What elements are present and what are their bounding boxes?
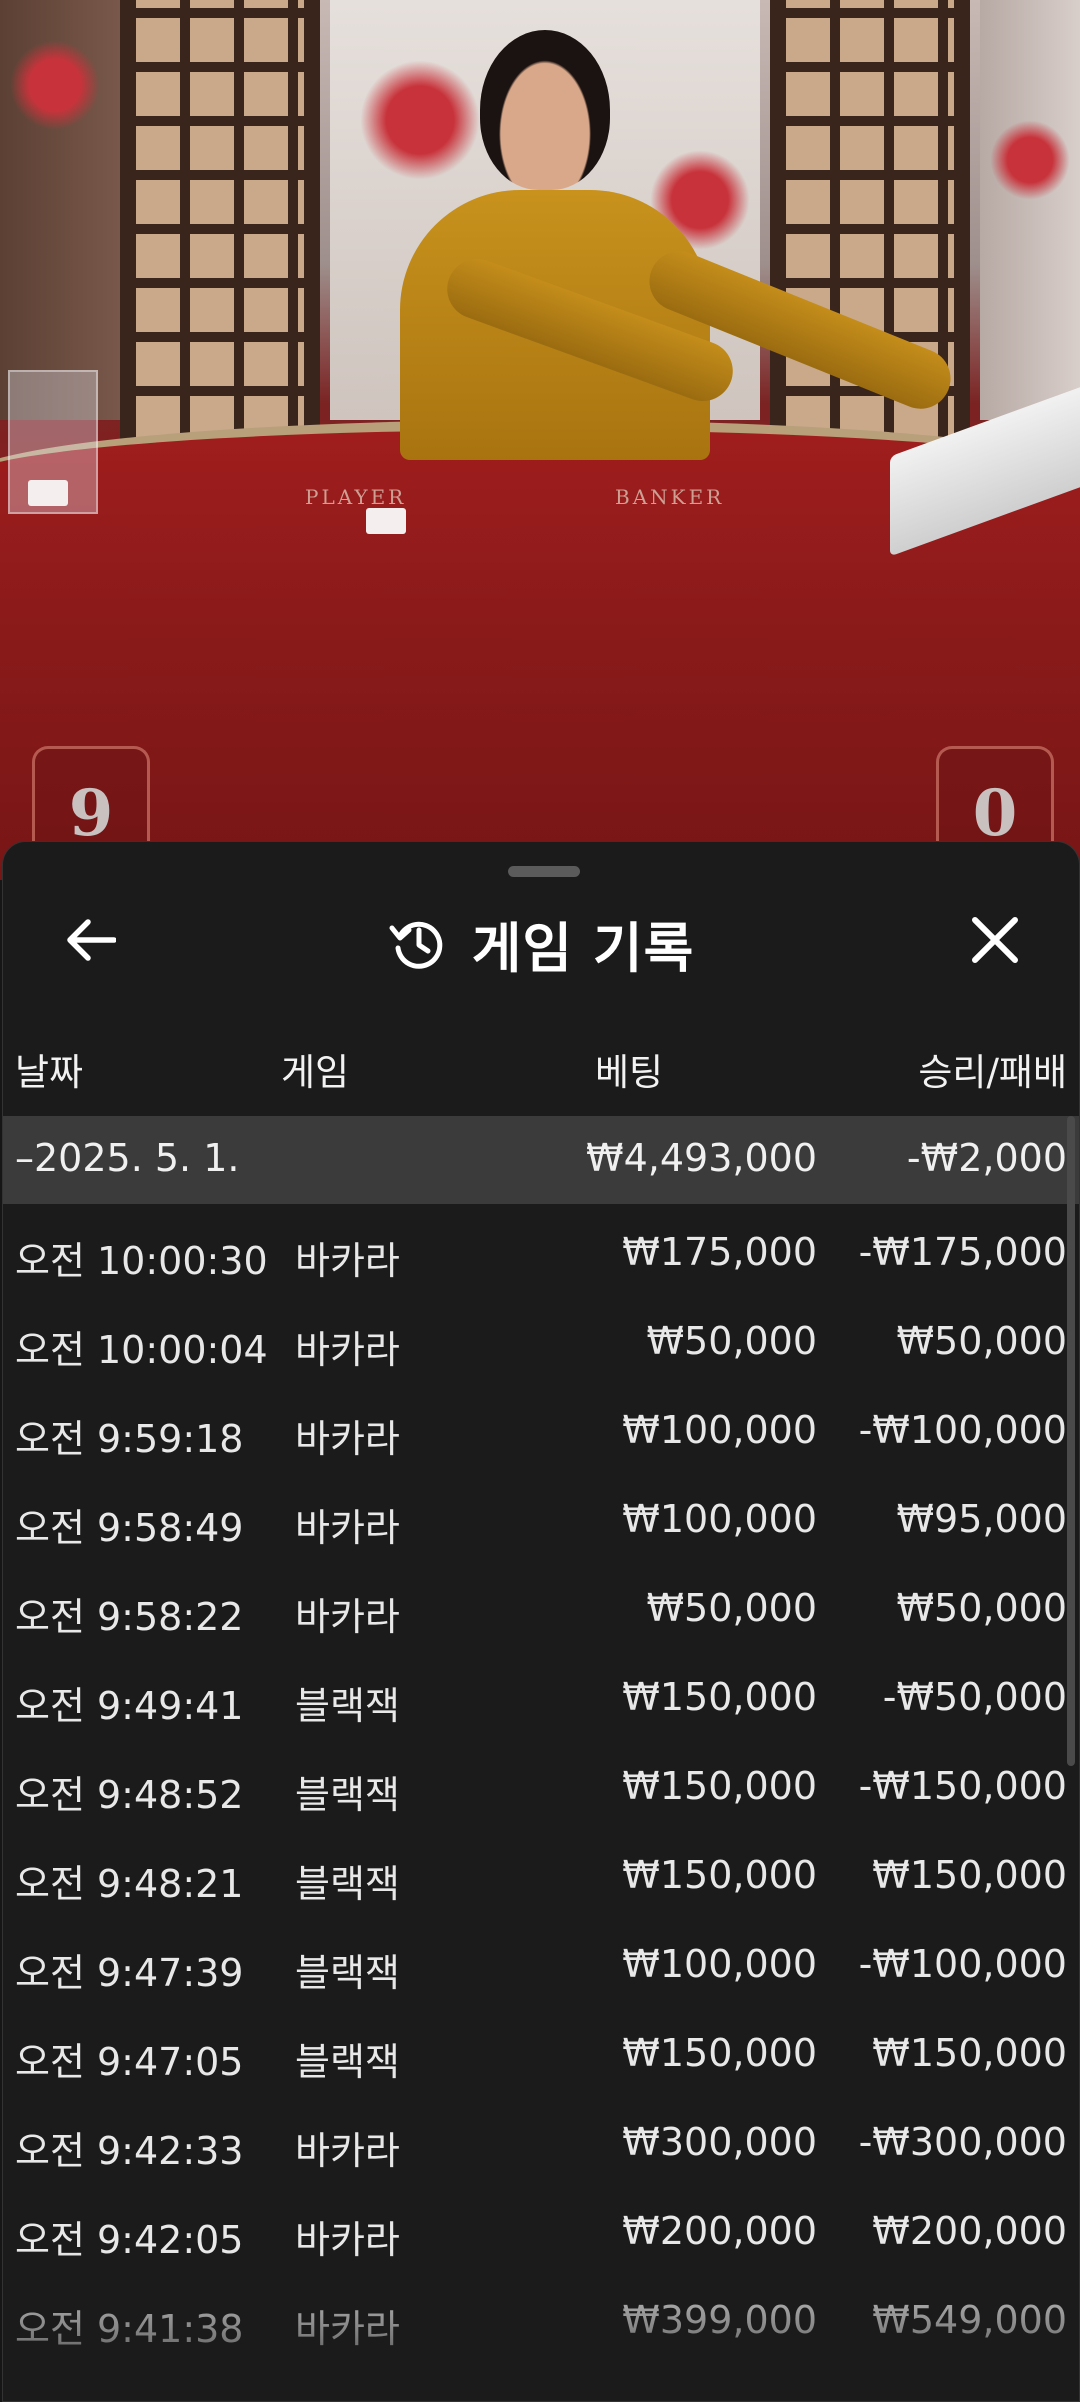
game-history-sheet: 게임 기록 날짜 게임 베팅 승리/패배 –2025. 5. 1. ₩4,493…	[2, 841, 1080, 2402]
history-icon	[389, 921, 443, 969]
row-time: 오전 9:48:52	[15, 1773, 244, 1817]
row-result: -₩100,000	[858, 1408, 1067, 1452]
row-game: 바카라	[295, 2129, 400, 2173]
column-header-date: 날짜	[15, 1051, 84, 1094]
row-game: 바카라	[295, 2307, 400, 2351]
row-result: -₩150,000	[858, 1764, 1067, 1808]
row-game: 바카라	[295, 2218, 400, 2262]
row-bet: ₩150,000	[622, 1853, 817, 1897]
row-result: -₩100,000	[858, 1942, 1067, 1986]
row-time: 오전 9:42:05	[15, 2218, 244, 2262]
row-game: 바카라	[295, 1506, 400, 1550]
row-game: 블랙잭	[295, 1951, 400, 1995]
row-result: ₩95,000	[896, 1497, 1067, 1541]
row-bet: ₩100,000	[622, 1497, 817, 1541]
history-row[interactable]: 오전 10:00:30 바카라 ₩175,000 -₩175,000	[3, 1204, 1079, 1293]
playing-card	[28, 480, 68, 506]
history-row[interactable]: 오전 9:48:21 블랙잭 ₩150,000 ₩150,000	[3, 1827, 1079, 1916]
row-result: -₩175,000	[858, 1230, 1067, 1274]
row-bet: ₩175,000	[622, 1230, 817, 1274]
row-game: 블랙잭	[295, 2040, 400, 2084]
history-row[interactable]: 오전 9:58:22 바카라 ₩50,000 ₩50,000	[3, 1560, 1079, 1649]
row-bet: ₩200,000	[622, 2209, 817, 2253]
row-game: 바카라	[295, 1417, 400, 1461]
row-time: 오전 9:47:05	[15, 2040, 244, 2084]
list-scrollbar[interactable]	[1067, 1116, 1075, 1766]
row-game: 블랙잭	[295, 1684, 400, 1728]
blossom-decoration	[10, 40, 100, 130]
row-bet: ₩150,000	[622, 2031, 817, 2075]
row-bet: ₩50,000	[646, 1319, 817, 1363]
history-row[interactable]: 오전 9:59:18 바카라 ₩100,000 -₩100,000	[3, 1382, 1079, 1471]
row-time: 오전 10:00:30	[15, 1239, 268, 1283]
row-result: ₩200,000	[872, 2209, 1067, 2253]
history-row[interactable]: 오전 9:49:41 블랙잭 ₩150,000 -₩50,000	[3, 1649, 1079, 1738]
column-header-game: 게임	[281, 1051, 350, 1094]
row-time: 오전 10:00:04	[15, 1328, 268, 1372]
row-result: ₩150,000	[872, 2031, 1067, 2075]
history-row[interactable]: 오전 9:41:38 바카라 ₩399,000 ₩549,000	[3, 2272, 1079, 2361]
page-title: 게임 기록	[471, 916, 695, 980]
row-time: 오전 9:41:38	[15, 2307, 244, 2351]
row-time: 오전 9:58:22	[15, 1595, 244, 1639]
group-date: –2025. 5. 1.	[15, 1136, 240, 1180]
close-button[interactable]	[963, 908, 1027, 972]
history-list: 오전 10:00:30 바카라 ₩175,000 -₩175,000 오전 10…	[3, 1204, 1079, 2361]
row-time: 오전 9:42:33	[15, 2129, 244, 2173]
history-row[interactable]: 오전 9:42:05 바카라 ₩200,000 ₩200,000	[3, 2183, 1079, 2272]
row-result: ₩50,000	[896, 1319, 1067, 1363]
history-row[interactable]: 오전 9:42:33 바카라 ₩300,000 -₩300,000	[3, 2094, 1079, 2183]
row-result: ₩549,000	[872, 2298, 1067, 2342]
history-row[interactable]: 오전 9:58:49 바카라 ₩100,000 ₩95,000	[3, 1471, 1079, 1560]
row-time: 오전 9:49:41	[15, 1684, 244, 1728]
row-time: 오전 9:58:49	[15, 1506, 244, 1550]
sheet-drag-handle[interactable]	[508, 866, 580, 877]
lattice-screen	[120, 0, 320, 440]
player-area-label: PLAYER	[305, 485, 407, 509]
playing-card	[366, 508, 406, 534]
row-game: 바카라	[295, 1595, 400, 1639]
group-bet-total: ₩4,493,000	[586, 1136, 817, 1180]
row-game: 블랙잭	[295, 1862, 400, 1906]
close-icon	[972, 917, 1018, 963]
backdrop-panel	[980, 0, 1080, 420]
row-bet: ₩150,000	[622, 1675, 817, 1719]
row-time: 오전 9:47:39	[15, 1951, 244, 1995]
row-bet: ₩300,000	[622, 2120, 817, 2164]
row-bet: ₩100,000	[622, 1408, 817, 1452]
group-result-total: -₩2,000	[906, 1136, 1067, 1180]
row-result: -₩300,000	[858, 2120, 1067, 2164]
row-game: 블랙잭	[295, 1773, 400, 1817]
dealer-head	[480, 30, 610, 190]
sheet-header: 게임 기록	[3, 898, 1079, 988]
row-game: 바카라	[295, 1239, 400, 1283]
history-row[interactable]: 오전 10:00:04 바카라 ₩50,000 ₩50,000	[3, 1293, 1079, 1382]
column-header-result: 승리/패배	[918, 1051, 1067, 1094]
row-bet: ₩399,000	[622, 2298, 817, 2342]
row-time: 오전 9:59:18	[15, 1417, 244, 1461]
row-result: ₩50,000	[896, 1586, 1067, 1630]
history-row[interactable]: 오전 9:48:52 블랙잭 ₩150,000 -₩150,000	[3, 1738, 1079, 1827]
live-video-feed: PLAYER BANKER 9 0	[0, 0, 1080, 880]
row-bet: ₩50,000	[646, 1586, 817, 1630]
blossom-decoration	[360, 60, 480, 180]
history-row[interactable]: 오전 9:47:39 블랙잭 ₩100,000 -₩100,000	[3, 1916, 1079, 2005]
history-row[interactable]: 오전 9:47:05 블랙잭 ₩150,000 ₩150,000	[3, 2005, 1079, 2094]
column-header-bet: 베팅	[595, 1051, 664, 1094]
row-result: ₩150,000	[872, 1853, 1067, 1897]
row-game: 바카라	[295, 1328, 400, 1372]
banker-area-label: BANKER	[615, 485, 725, 509]
row-bet: ₩150,000	[622, 1764, 817, 1808]
row-bet: ₩100,000	[622, 1942, 817, 1986]
date-group-summary[interactable]: –2025. 5. 1. ₩4,493,000 -₩2,000	[3, 1116, 1079, 1204]
row-result: -₩50,000	[882, 1675, 1067, 1719]
row-time: 오전 9:48:21	[15, 1862, 244, 1906]
blossom-decoration	[990, 120, 1070, 200]
